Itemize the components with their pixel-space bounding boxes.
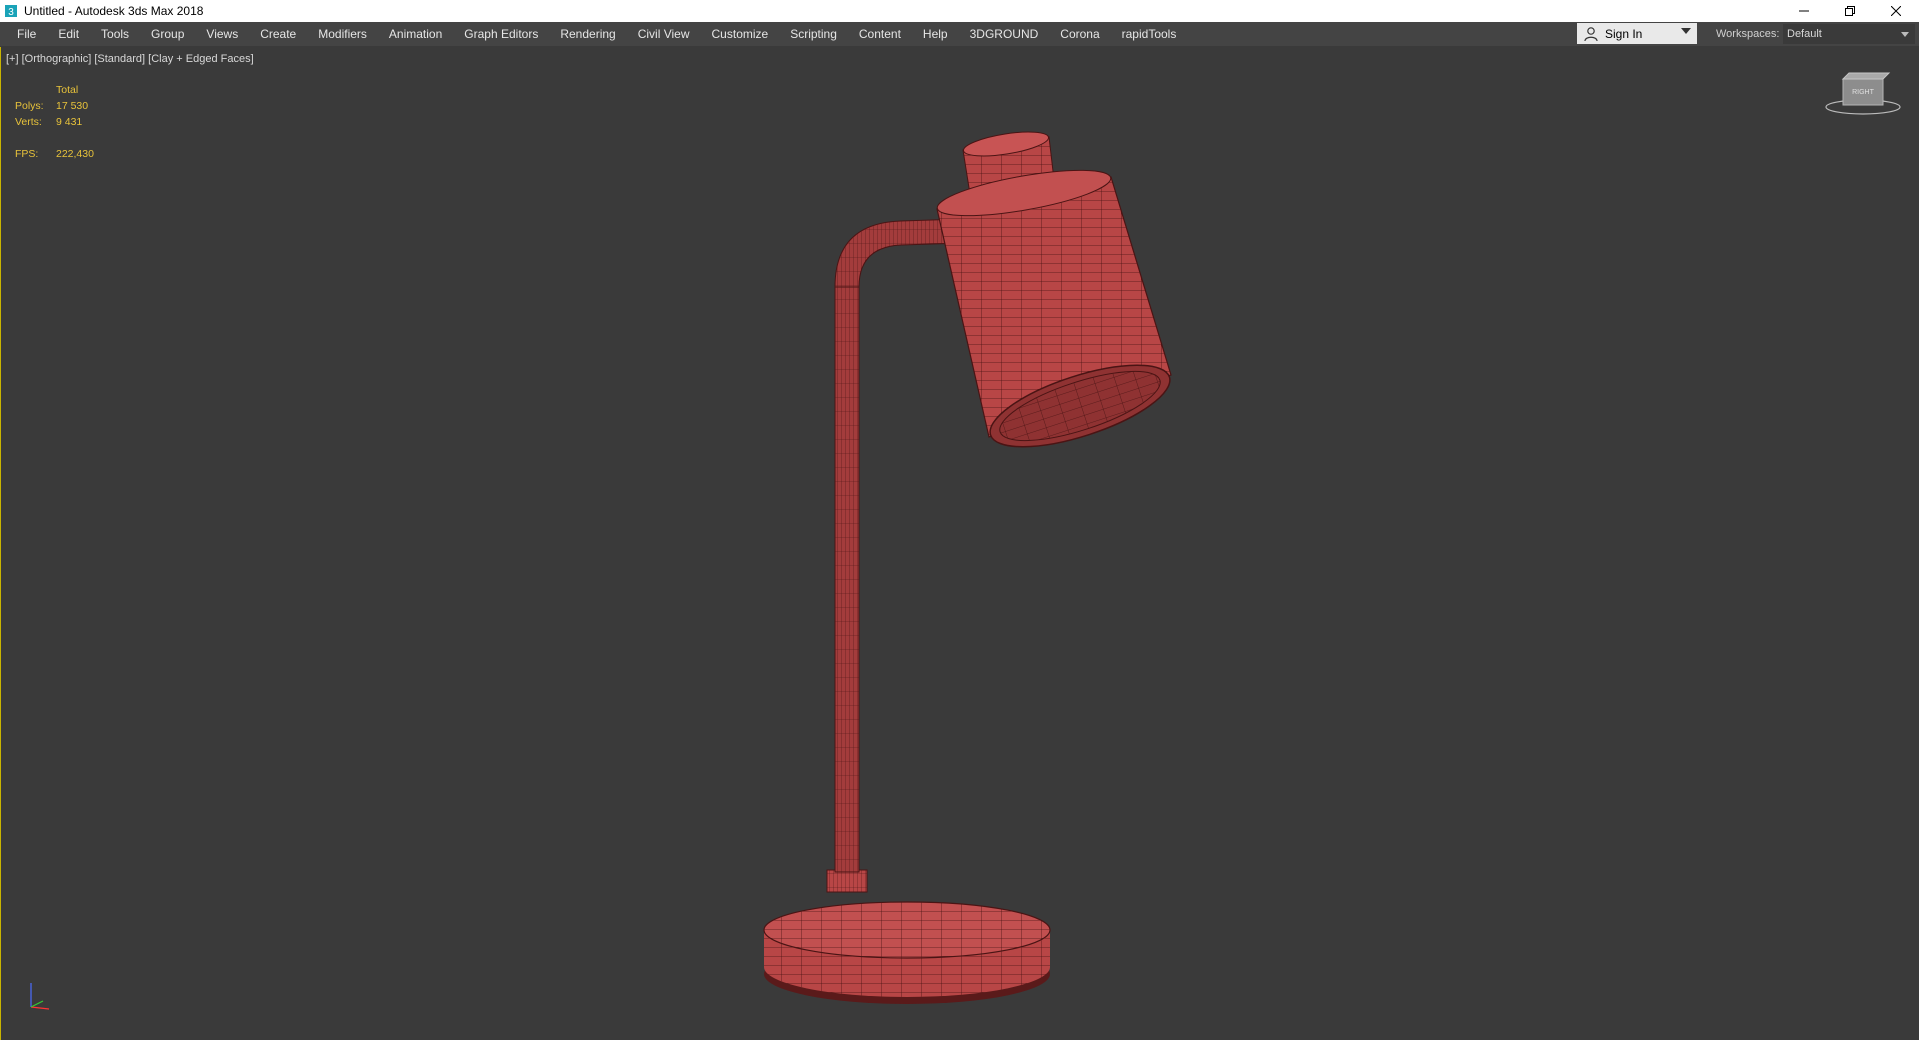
menu-rapidtools[interactable]: rapidTools [1111, 22, 1188, 46]
menu-customize[interactable]: Customize [701, 22, 780, 46]
svg-text:3: 3 [8, 7, 14, 18]
workspaces-label: Workspaces: [1716, 28, 1780, 40]
lamp-shade[interactable] [934, 161, 1178, 464]
restore-button[interactable] [1827, 0, 1873, 22]
3dsmax-icon[interactable]: 3 [4, 4, 18, 18]
menu-help[interactable]: Help [912, 22, 959, 46]
lamp-model[interactable] [1, 47, 1919, 1040]
sign-in-button[interactable]: Sign In [1577, 23, 1697, 44]
chevron-down-icon [1681, 28, 1691, 34]
sign-in-label: Sign In [1605, 26, 1643, 41]
title-bar: 3 Untitled - Autodesk 3ds Max 2018 [0, 0, 1919, 22]
menu-scripting[interactable]: Scripting [779, 22, 848, 46]
menu-animation[interactable]: Animation [378, 22, 453, 46]
minimize-button[interactable] [1781, 0, 1827, 22]
menu-content[interactable]: Content [848, 22, 912, 46]
menu-bar: File Edit Tools Group Views Create Modif… [0, 22, 1919, 47]
y-axis [30, 1000, 44, 1008]
user-icon [1584, 26, 1598, 41]
workspaces-value: Default [1787, 28, 1822, 40]
lamp-stem-collar[interactable] [826, 869, 868, 893]
lamp-base[interactable] [763, 901, 1051, 1004]
workspaces-dropdown[interactable]: Default [1783, 24, 1915, 44]
close-button[interactable] [1873, 0, 1919, 22]
menu-rendering[interactable]: Rendering [549, 22, 626, 46]
viewport-orthographic[interactable]: [+] [Orthographic] [Standard] [Clay + Ed… [0, 47, 1919, 1040]
menu-items: File Edit Tools Group Views Create Modif… [0, 22, 1187, 46]
menu-3dground[interactable]: 3DGROUND [959, 22, 1050, 46]
menu-corona[interactable]: Corona [1049, 22, 1110, 46]
chevron-down-icon [1901, 32, 1909, 37]
menu-file[interactable]: File [6, 22, 47, 46]
minimize-icon [1799, 10, 1809, 12]
menu-graph-editors[interactable]: Graph Editors [453, 22, 549, 46]
window-title: Untitled - Autodesk 3ds Max 2018 [24, 4, 204, 18]
close-icon [1891, 6, 1901, 16]
menu-group[interactable]: Group [140, 22, 195, 46]
restore-icon [1845, 6, 1855, 16]
menu-tools[interactable]: Tools [90, 22, 140, 46]
menu-civil-view[interactable]: Civil View [627, 22, 701, 46]
menu-create[interactable]: Create [249, 22, 307, 46]
menu-views[interactable]: Views [195, 22, 249, 46]
lamp-stem[interactable] [834, 218, 964, 873]
x-axis [30, 1006, 50, 1010]
menu-modifiers[interactable]: Modifiers [307, 22, 378, 46]
axis-tripod [30, 983, 50, 1010]
menu-edit[interactable]: Edit [47, 22, 90, 46]
